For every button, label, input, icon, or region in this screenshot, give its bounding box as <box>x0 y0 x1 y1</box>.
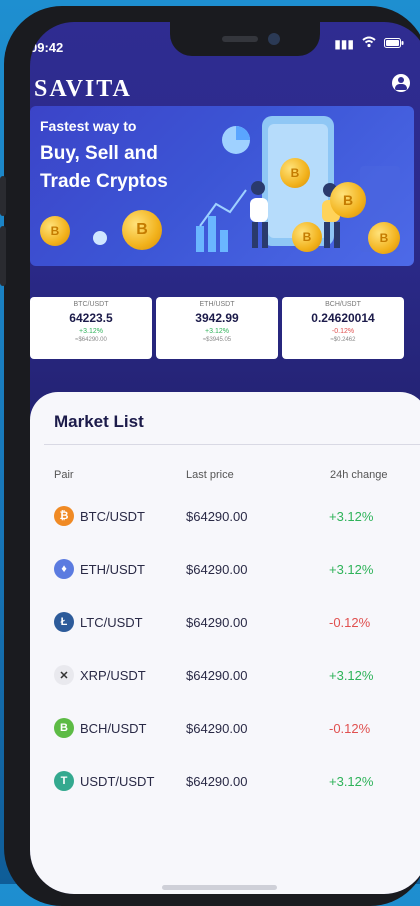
battery-icon <box>384 37 404 51</box>
ticker-price: 3942.99 <box>195 311 239 325</box>
column-header-24h-change: 24h change <box>330 469 388 481</box>
divider <box>44 444 420 445</box>
volume-down-button <box>0 226 6 286</box>
brand-logo: SAVITA <box>34 76 132 102</box>
ticker-change: -0.12% <box>331 328 355 335</box>
ticker-usd: ≈$3945.05 <box>202 337 232 343</box>
last-price: $64290.00 <box>186 721 248 736</box>
profile-icon[interactable] <box>392 74 410 92</box>
bitcoin-coin-icon: B <box>280 158 310 188</box>
ticker-card[interactable]: BTC/USDT 64223.5 +3.12% ≈$64290.00 <box>30 297 152 359</box>
speaker <box>222 36 258 42</box>
ticker-change: +3.12% <box>205 328 229 335</box>
column-header-last-price: Last price <box>186 469 234 481</box>
bitcoin-coin-icon: B <box>122 210 162 250</box>
table-row[interactable]: T USDT/USDT $64290.00 +3.12% <box>54 767 404 795</box>
ticker-row: BTC/USDT 64223.5 +3.12% ≈$64290.00 ETH/U… <box>30 297 420 359</box>
ltc-icon: Ł <box>54 612 74 632</box>
usdt-icon: T <box>54 771 74 791</box>
home-indicator <box>162 885 277 890</box>
eth-icon: ♦ <box>54 559 74 579</box>
ticker-change: +3.12% <box>79 328 103 335</box>
ticker-usd: ≈$0.2462 <box>330 337 356 343</box>
ticker-price: 0.24620014 <box>311 311 375 325</box>
ticker-usd: ≈$64290.00 <box>75 337 107 343</box>
table-row[interactable]: ♦ ETH/USDT $64290.00 +3.12% <box>54 555 404 583</box>
column-header-pair: Pair <box>54 469 74 481</box>
pair-name: LTC/USDT <box>80 615 143 630</box>
price-change: -0.12% <box>329 721 371 736</box>
last-price: $64290.00 <box>186 774 248 789</box>
camera <box>268 33 280 45</box>
bitcoin-coin-icon: B <box>330 182 366 218</box>
price-change: +3.12% <box>329 562 374 577</box>
volume-up-button <box>0 176 6 216</box>
price-change: +3.12% <box>329 668 374 683</box>
ticker-card[interactable]: ETH/USDT 3942.99 +3.12% ≈$3945.05 <box>156 297 278 359</box>
wifi-icon <box>362 36 376 51</box>
table-row[interactable]: ₿ BTC/USDT $64290.00 +3.12% <box>54 502 404 530</box>
bch-icon: B <box>54 718 74 738</box>
app-screen: 09:42 ▮▮▮ SAVITA Fastest way to Buy, Sel… <box>30 22 420 894</box>
ticker-pair: BTC/USDT <box>73 301 109 308</box>
status-time: 09:42 <box>30 40 64 55</box>
last-price: $64290.00 <box>186 668 248 683</box>
market-list-title: Market List <box>54 412 144 431</box>
bitcoin-coin-icon: B <box>292 222 322 252</box>
market-list-panel: Market List Pair Last price 24h change ₿… <box>30 392 420 894</box>
price-change: +3.12% <box>329 774 374 789</box>
notch <box>170 22 320 56</box>
promo-banner[interactable]: Fastest way to Buy, Sell and Trade Crypt… <box>30 106 414 266</box>
price-change: -0.12% <box>329 615 371 630</box>
table-row[interactable]: ✕ XRP/USDT $64290.00 +3.12% <box>54 661 404 689</box>
pair-name: ETH/USDT <box>80 562 145 577</box>
pair-name: USDT/USDT <box>80 774 155 789</box>
pair-name: BTC/USDT <box>80 509 145 524</box>
ticker-price: 64223.5 <box>69 311 113 325</box>
ticker-pair: BCH/USDT <box>325 301 361 308</box>
signal-icon: ▮▮▮ <box>334 36 354 51</box>
btc-icon: ₿ <box>54 506 74 526</box>
last-price: $64290.00 <box>186 615 248 630</box>
ticker-card[interactable]: BCH/USDT 0.24620014 -0.12% ≈$0.2462 <box>282 297 404 359</box>
ticker-pair: ETH/USDT <box>199 301 235 308</box>
bitcoin-coin-icon: B <box>40 216 70 246</box>
pair-name: XRP/USDT <box>80 668 146 683</box>
xrp-icon: ✕ <box>54 665 74 685</box>
price-change: +3.12% <box>329 509 374 524</box>
pair-name: BCH/USDT <box>80 721 147 736</box>
status-icons: ▮▮▮ <box>334 36 404 51</box>
phone-frame: 09:42 ▮▮▮ SAVITA Fastest way to Buy, Sel… <box>0 6 420 906</box>
table-row[interactable]: B BCH/USDT $64290.00 -0.12% <box>54 714 404 742</box>
last-price: $64290.00 <box>186 562 248 577</box>
table-row[interactable]: Ł LTC/USDT $64290.00 -0.12% <box>54 608 404 636</box>
bitcoin-coin-icon: B <box>368 222 400 254</box>
last-price: $64290.00 <box>186 509 248 524</box>
